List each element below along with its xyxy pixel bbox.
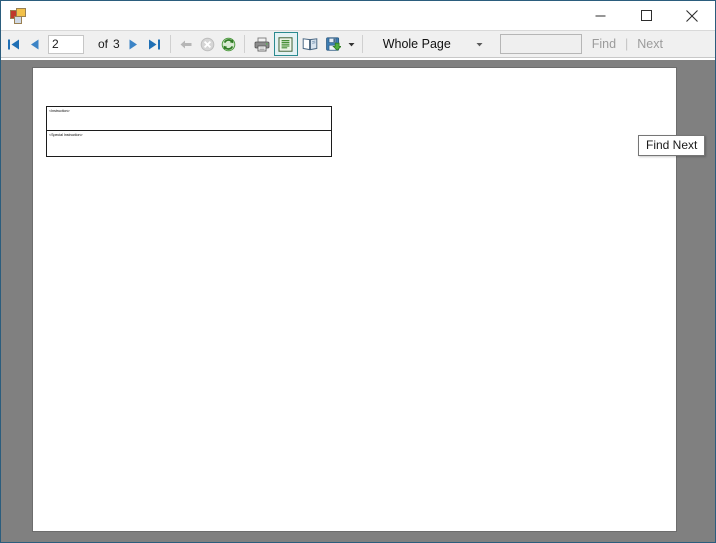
- first-page-button[interactable]: [3, 32, 24, 56]
- export-button[interactable]: [322, 32, 346, 56]
- report-viewer-app-icon: [10, 7, 26, 24]
- caption-buttons: [577, 1, 715, 30]
- instruction-table: <Instruction> <Special Instruction>: [46, 106, 332, 157]
- last-page-button[interactable]: [144, 32, 165, 56]
- chevron-down-icon: [476, 42, 483, 46]
- table-row: <Special Instruction>: [46, 130, 332, 157]
- find-next-button[interactable]: Next: [637, 37, 663, 51]
- maximize-icon: [640, 10, 652, 21]
- report-viewer-canvas[interactable]: <Instruction> <Special Instruction> Find…: [1, 60, 715, 542]
- minimize-button[interactable]: [577, 1, 623, 30]
- zoom-dropdown-arrow[interactable]: [472, 42, 488, 47]
- previous-page-button[interactable]: [24, 32, 45, 56]
- report-toolbar: of 3: [1, 30, 715, 58]
- instruction-cell: <Instruction>: [46, 106, 332, 131]
- zoom-level-value: Whole Page: [382, 37, 451, 51]
- first-page-icon: [8, 39, 19, 49]
- toolbar-separator-3: [361, 35, 363, 53]
- back-navigation-icon: [180, 40, 192, 48]
- print-icon: [254, 37, 270, 51]
- chevron-down-icon: [348, 42, 355, 46]
- close-button[interactable]: [669, 1, 715, 30]
- search-input[interactable]: [499, 34, 582, 54]
- find-button[interactable]: Find: [592, 37, 616, 51]
- page-layout-button[interactable]: [273, 32, 298, 56]
- table-row: <Instruction>: [46, 106, 332, 131]
- refresh-button[interactable]: [218, 32, 239, 56]
- stop-icon: [200, 37, 215, 51]
- page-setup-icon: [302, 38, 318, 51]
- total-pages-label: 3: [113, 37, 120, 51]
- previous-page-icon: [31, 39, 39, 49]
- page-setup-button[interactable]: [298, 32, 322, 56]
- toolbar-separator-2: [243, 35, 245, 53]
- minimize-icon: [595, 15, 605, 17]
- page-number-input[interactable]: [48, 34, 84, 54]
- stop-button[interactable]: [197, 32, 218, 56]
- next-page-button[interactable]: [123, 32, 144, 56]
- page-layout-icon: [278, 36, 293, 52]
- report-page: <Instruction> <Special Instruction>: [32, 67, 677, 532]
- report-viewer-window: of 3: [0, 0, 716, 543]
- zoom-level-combobox[interactable]: Whole Page: [374, 33, 492, 55]
- maximize-button[interactable]: [623, 1, 669, 30]
- special-instruction-cell: <Special Instruction>: [46, 130, 332, 157]
- close-icon: [686, 9, 698, 22]
- find-next-tooltip: Find Next: [638, 135, 706, 156]
- last-page-icon: [148, 39, 160, 49]
- export-dropdown-button[interactable]: [346, 32, 357, 56]
- of-label: of: [98, 37, 109, 51]
- next-page-icon: [129, 39, 137, 49]
- find-next-divider: |: [625, 37, 629, 51]
- export-save-icon: [326, 37, 342, 51]
- refresh-icon: [221, 37, 236, 51]
- toolbar-separator-1: [169, 35, 171, 53]
- print-button[interactable]: [250, 32, 274, 56]
- title-bar: [1, 1, 715, 30]
- back-button[interactable]: [176, 32, 197, 56]
